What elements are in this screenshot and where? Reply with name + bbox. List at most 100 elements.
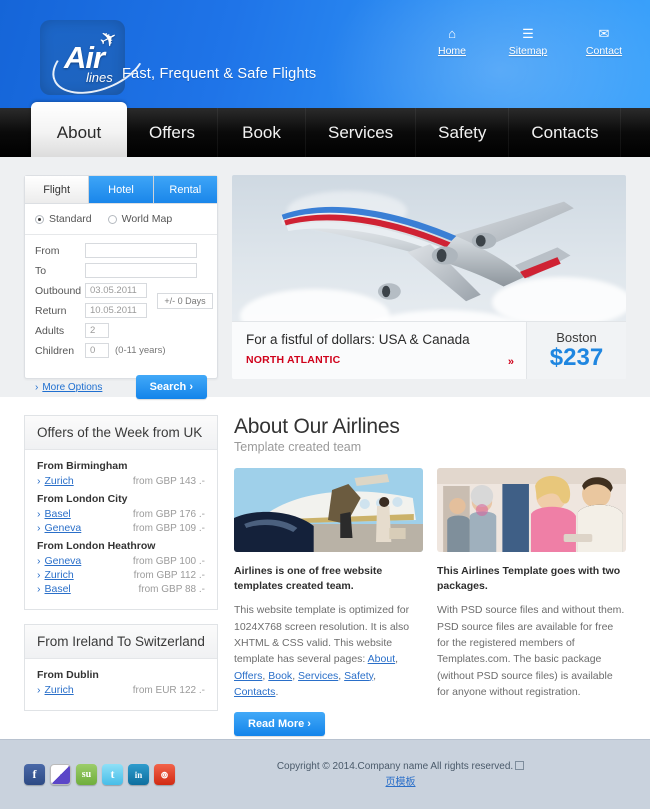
list-item[interactable]: Geneva from GBP 100 .-: [37, 555, 206, 567]
content-area: Offers of the Week from UK From Birmingh…: [0, 397, 650, 747]
inline-link-offers[interactable]: Offers: [234, 670, 262, 682]
offer-price: from GBP 112 .-: [133, 570, 205, 581]
inline-link-book[interactable]: Book: [268, 670, 292, 682]
field-row-to: To: [35, 263, 207, 278]
reddit-icon[interactable]: ๏: [154, 764, 175, 785]
read-more-button[interactable]: Read More ›: [234, 712, 325, 737]
adults-input[interactable]: [85, 323, 109, 338]
inline-link-safety[interactable]: Safety: [344, 670, 373, 682]
radio-world-map[interactable]: World Map: [107, 213, 173, 225]
nav-item-safety[interactable]: Safety: [416, 108, 510, 157]
promo-city: Boston: [556, 330, 597, 346]
to-input[interactable]: [85, 263, 197, 278]
promo-arrow-icon[interactable]: »: [508, 356, 514, 368]
nav-item-offers[interactable]: Offers: [127, 108, 218, 157]
logo-badge[interactable]: [40, 20, 125, 95]
nav-item-about[interactable]: About: [31, 102, 127, 157]
list-item[interactable]: Basel from GBP 88 .-: [37, 583, 206, 595]
promo-title: For a fistful of dollars: USA & Canada: [246, 332, 470, 347]
copyright-text: Copyright © 2014.Company name All rights…: [276, 760, 514, 772]
from-input[interactable]: [85, 243, 197, 258]
promo-bar[interactable]: For a fistful of dollars: USA & Canada N…: [232, 321, 626, 379]
offers-panel-uk-body: From Birmingham Zurich from GBP 143 .- F…: [25, 450, 217, 609]
utility-link-home[interactable]: ⌂ Home: [428, 26, 476, 57]
about-body-tail: .: [275, 685, 279, 698]
about-card-right: This Airlines Template goes with two pac…: [437, 468, 626, 736]
list-item[interactable]: Basel from GBP 176 .-: [37, 508, 206, 520]
field-row-outbound: Outbound +/- 0 Days: [35, 283, 213, 309]
nav-item-book[interactable]: Book: [218, 108, 306, 157]
booking-tab-hotel[interactable]: Hotel: [89, 176, 154, 203]
offers-sidebar: Offers of the Week from UK From Birmingh…: [24, 415, 218, 736]
nav-item-contacts[interactable]: Contacts: [509, 108, 622, 157]
promo-price-area: Boston $237: [526, 322, 626, 379]
offer-city-link[interactable]: Zurich: [37, 569, 74, 581]
utility-link-contact[interactable]: ✉ Contact: [580, 26, 628, 57]
about-section: About Our Airlines Template created team: [234, 415, 626, 737]
broken-image-icon: [515, 760, 525, 770]
radio-standard-label: Standard: [49, 213, 92, 225]
booking-tab-rental[interactable]: Rental: [153, 176, 217, 203]
more-options-link[interactable]: More Options: [35, 382, 102, 393]
search-button[interactable]: Search ›: [135, 375, 207, 399]
offer-city-link[interactable]: Zurich: [37, 684, 74, 696]
utility-link-sitemap[interactable]: ☰ Sitemap: [504, 26, 552, 57]
list-item[interactable]: Zurich from GBP 112 .-: [37, 569, 206, 581]
offer-price: from GBP 88 .-: [138, 584, 205, 595]
outbound-label: Outbound: [35, 284, 82, 297]
children-input[interactable]: [85, 343, 109, 358]
offer-city-link[interactable]: Geneva: [37, 555, 82, 567]
radio-world-map-label: World Map: [121, 213, 173, 225]
inline-link-about[interactable]: About: [368, 653, 395, 665]
about-card-left-lead: Airlines is one of free website template…: [234, 565, 383, 593]
inline-link-services[interactable]: Services: [298, 670, 338, 682]
offer-group-title: From Dublin: [37, 669, 99, 681]
offer-price: from GBP 109 .-: [132, 523, 205, 534]
cjk-template-link[interactable]: 页模板: [386, 777, 416, 788]
children-label: Children: [35, 344, 75, 357]
twitter-icon[interactable]: t: [102, 764, 123, 785]
offers-panel-ireland-body: From Dublin Zurich from EUR 122 .-: [25, 659, 217, 710]
inline-link-contacts[interactable]: Contacts: [234, 686, 275, 698]
page-root: ✈ Air lines Fast, Frequent & Safe Flight…: [0, 0, 650, 809]
stumbleupon-icon[interactable]: su: [76, 764, 97, 785]
booking-tab-flight[interactable]: Flight: [25, 176, 90, 203]
about-card-right-body: With PSD source files and without them. …: [437, 604, 625, 698]
nav-item-services[interactable]: Services: [306, 108, 417, 157]
list-item[interactable]: Geneva from GBP 109 .-: [37, 522, 206, 534]
offer-group-title: From Birmingham: [37, 460, 128, 472]
return-label: Return: [35, 304, 67, 317]
linkedin-icon[interactable]: in: [128, 764, 149, 785]
offer-city-link[interactable]: Zurich: [37, 475, 74, 487]
hero-banner: For a fistful of dollars: USA & Canada N…: [232, 175, 626, 379]
return-date-input[interactable]: [85, 303, 147, 318]
list-item[interactable]: Zurich from EUR 122 .-: [37, 684, 206, 696]
site-tagline: Fast, Frequent & Safe Flights: [122, 66, 317, 82]
airplane-illustration: [281, 201, 574, 302]
field-row-adults: Adults: [35, 323, 207, 338]
page-title: About Our Airlines: [234, 415, 400, 438]
private-jet-illustration: [234, 468, 423, 552]
list-item[interactable]: Zurich from GBP 143 .-: [37, 475, 206, 487]
offers-panel-ireland: From Ireland To Switzerland From Dublin …: [24, 624, 218, 711]
offer-price: from GBP 176 .-: [132, 509, 205, 520]
radio-standard[interactable]: Standard: [35, 213, 92, 225]
field-row-return: Return: [35, 303, 207, 318]
radio-world-map-dot: [107, 214, 117, 224]
facebook-icon[interactable]: f: [24, 764, 45, 785]
delicious-icon[interactable]: [50, 764, 71, 785]
offer-city-link[interactable]: Basel: [37, 508, 71, 520]
about-card-left-body: This website template is optimized for 1…: [234, 604, 410, 698]
private-jet-photo: [234, 468, 423, 552]
outbound-date-input[interactable]: [85, 283, 147, 298]
offer-price: from EUR 122 .-: [132, 685, 205, 696]
offer-city-link[interactable]: Geneva: [37, 522, 82, 534]
radio-standard-dot: [35, 214, 44, 224]
home-icon: ⌂: [448, 26, 456, 41]
utility-link-home-label: Home: [437, 45, 466, 57]
offer-city-link[interactable]: Basel: [37, 583, 71, 595]
children-hint: (0-11 years): [115, 345, 166, 356]
from-label: From: [35, 244, 60, 257]
booking-tabs: Flight Hotel Rental: [25, 176, 217, 204]
site-footer: f su t in ๏ Copyright © 2014.Company nam…: [0, 739, 650, 809]
